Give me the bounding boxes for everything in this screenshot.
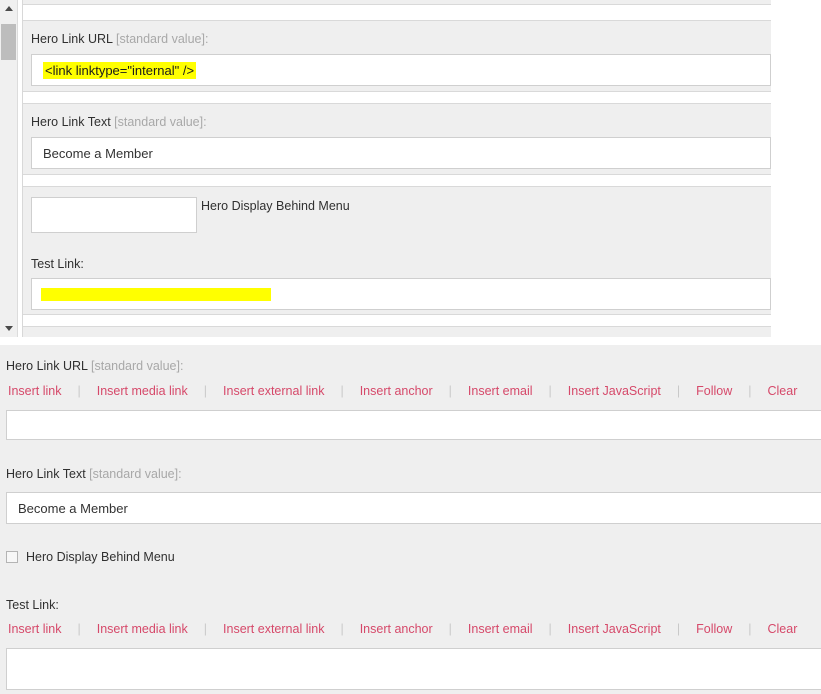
insert-anchor-action-url[interactable]: Insert anchor [358,384,435,398]
test-link-input[interactable] [31,278,771,310]
insert-external-link-action-url[interactable]: Insert external link [221,384,326,398]
scrollbar-track[interactable] [0,17,17,320]
action-separator: | [748,384,752,398]
scroll-down-arrow-icon[interactable] [0,320,17,337]
action-separator: | [77,622,81,636]
hero-link-url-label: Hero Link URL [standard value]: [31,32,209,46]
bottom-test-link-label: Test Link: [6,598,59,612]
hero-link-text-label: Hero Link Text [standard value]: [31,115,207,129]
top-fields-container: Hero Link URL [standard value]: <link li… [23,0,821,337]
action-separator: | [203,622,208,636]
hero-link-url-action-bar: Insert link | Insert media link | Insert… [6,382,799,400]
scrollbar-thumb[interactable] [1,24,16,60]
hero-display-behind-menu-checkbox-row[interactable]: Hero Display Behind Menu [6,550,175,564]
vertical-scrollbar[interactable] [0,0,18,337]
insert-link-action-url[interactable]: Insert link [6,384,64,398]
action-separator: | [340,384,344,398]
hero-display-behind-menu-checkbox[interactable] [6,551,18,563]
hero-link-url-input[interactable]: <link linktype="internal" /> [31,54,771,86]
bottom-hero-link-url-input[interactable] [6,410,821,440]
bottom-hero-link-text-label: Hero Link Text [standard value]: [6,467,182,481]
hero-link-text-value: Become a Member [43,145,153,161]
action-separator: | [548,622,552,636]
display-behind-menu-and-test-link-panel: Hero Display Behind Menu Test Link: [23,186,771,315]
hero-link-text-input[interactable]: Become a Member [31,137,771,169]
hero-display-behind-menu-checkbox-box[interactable] [31,197,197,233]
test-link-action-bar: Insert link | Insert media link | Insert… [6,620,799,638]
action-separator: | [448,384,452,398]
scroll-up-arrow-icon[interactable] [0,0,17,17]
partial-field-panel-top [23,0,771,5]
test-link-redacted-value [41,287,271,301]
insert-javascript-action-url[interactable]: Insert JavaScript [566,384,663,398]
insert-email-action-test[interactable]: Insert email [466,622,535,636]
action-separator: | [676,622,681,636]
action-separator: | [203,384,208,398]
insert-link-action-test[interactable]: Insert link [6,622,64,636]
action-separator: | [748,622,752,636]
action-separator: | [548,384,552,398]
hero-link-url-value-highlighted: <link linktype="internal" /> [43,61,197,79]
bottom-hero-link-url-label: Hero Link URL [standard value]: [6,359,184,373]
clear-action-url[interactable]: Clear [766,384,800,398]
clear-action-test[interactable]: Clear [766,622,800,636]
bottom-hero-link-text-value: Become a Member [18,500,128,516]
hero-display-behind-menu-checkbox-label: Hero Display Behind Menu [26,550,175,564]
test-link-label: Test Link: [31,257,84,271]
action-separator: | [448,622,452,636]
insert-media-link-action-test[interactable]: Insert media link [95,622,190,636]
insert-external-link-action-test[interactable]: Insert external link [221,622,326,636]
insert-anchor-action-test[interactable]: Insert anchor [358,622,435,636]
hero-link-text-panel: Hero Link Text [standard value]: Become … [23,103,771,175]
hero-display-behind-menu-label: Hero Display Behind Menu [201,199,350,213]
insert-email-action-url[interactable]: Insert email [466,384,535,398]
action-separator: | [340,622,344,636]
hero-link-url-panel: Hero Link URL [standard value]: <link li… [23,20,771,92]
action-separator: | [676,384,681,398]
insert-media-link-action-url[interactable]: Insert media link [95,384,190,398]
insert-javascript-action-test[interactable]: Insert JavaScript [566,622,663,636]
bottom-hero-link-text-input[interactable]: Become a Member [6,492,821,524]
follow-action-url[interactable]: Follow [694,384,734,398]
follow-action-test[interactable]: Follow [694,622,734,636]
partial-field-panel-bottom [23,326,771,337]
action-separator: | [77,384,81,398]
top-scrolled-panel: Hero Link URL [standard value]: <link li… [0,0,821,337]
bottom-form-panel: Hero Link URL [standard value]: Insert l… [0,345,821,694]
bottom-test-link-input[interactable] [6,648,821,690]
